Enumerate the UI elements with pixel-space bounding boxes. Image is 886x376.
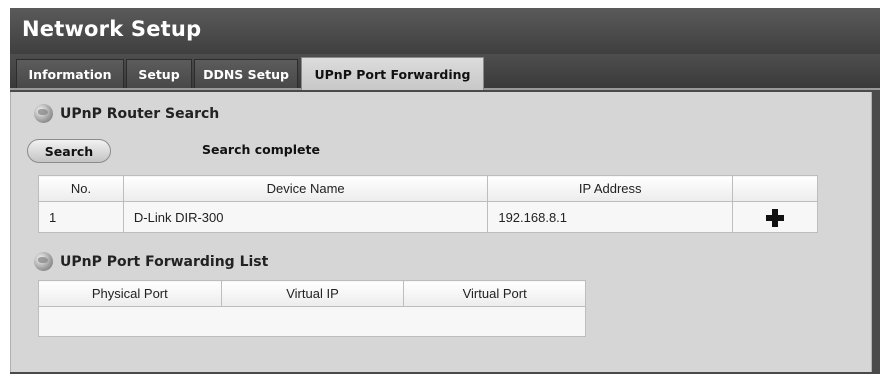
globe-icon [34,252,53,271]
column-header-virtual-port: Virtual Port [403,280,586,307]
column-header-physical-port: Physical Port [38,280,222,307]
router-search-heading-text: UPnP Router Search [60,105,220,122]
cell-action [732,201,818,233]
page-title: Network Setup [22,17,202,41]
tab-setup[interactable]: Setup [126,59,192,88]
port-forwarding-table: Physical Port Virtual IP Virtual Port [38,280,586,337]
cell-device-name: D-Link DIR-300 [122,201,489,233]
column-header-device-name: Device Name [122,175,489,202]
window-header: Network Setup [10,8,880,54]
plus-icon[interactable] [765,208,785,228]
globe-icon [34,104,53,123]
tab-upnp-port-forwarding[interactable]: UPnP Port Forwarding [301,57,484,90]
column-header-virtual-ip: Virtual IP [220,280,405,307]
cell-ip-address: 192.168.8.1 [487,201,734,233]
search-button[interactable]: Search [27,139,111,163]
router-table-header: No. Device Name IP Address [38,175,818,202]
cell-no: 1 [38,201,124,233]
column-header-action [732,175,818,202]
router-table: No. Device Name IP Address 1 D-Link DIR-… [38,175,818,233]
search-status: Search complete [202,142,320,157]
table-row[interactable]: 1 D-Link DIR-300 192.168.8.1 [38,201,818,233]
empty-list-area [38,306,586,337]
empty-row [38,306,586,337]
tab-ddns-setup[interactable]: DDNS Setup [194,59,298,88]
router-search-heading: UPnP Router Search [34,104,219,123]
port-forwarding-heading: UPnP Port Forwarding List [34,252,268,271]
column-header-ip-address: IP Address [487,175,734,202]
column-header-no: No. [38,175,124,202]
tab-bar: Information Setup DDNS Setup UPnP Port F… [10,54,880,90]
tab-information[interactable]: Information [16,59,124,88]
port-forwarding-heading-text: UPnP Port Forwarding List [60,253,269,270]
port-forwarding-table-header: Physical Port Virtual IP Virtual Port [38,280,586,307]
